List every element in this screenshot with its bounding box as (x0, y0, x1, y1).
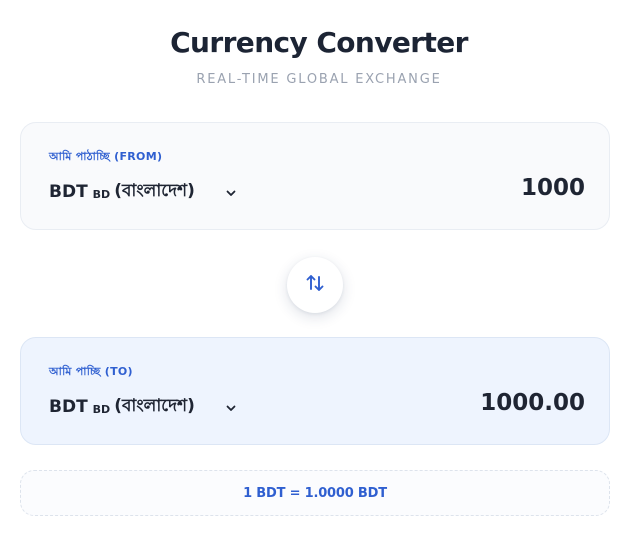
from-label: আমি পাঠাচ্ছি (FROM) (49, 150, 163, 163)
to-currency-select[interactable]: BDT BD (বাংলাদেশ) (49, 393, 237, 421)
exchange-rate-box: 1 BDT = 1.0000 BDT (20, 470, 610, 516)
to-currency-name: (বাংলাদেশ) (114, 396, 195, 416)
from-currency-select[interactable]: BDT BD (বাংলাদেশ) (49, 178, 237, 206)
from-currency-name: (বাংলাদেশ) (114, 181, 195, 201)
chevron-down-icon (225, 184, 237, 203)
swap-arrows-icon (304, 272, 326, 298)
to-currency-code: BDT (49, 397, 88, 417)
exchange-rate-text: 1 BDT = 1.0000 BDT (243, 485, 387, 501)
app-title: Currency Converter (170, 26, 468, 59)
from-currency-flag: BD (92, 187, 111, 201)
to-currency-flag: BD (92, 402, 111, 416)
to-amount-output: 1000.00 (480, 390, 585, 416)
from-currency-code: BDT (49, 182, 88, 202)
to-card: আমি পাচ্ছি (TO) BDT BD (বাংলাদেশ) 1000.0… (20, 337, 610, 445)
swap-button[interactable] (287, 257, 343, 313)
from-amount-input[interactable]: 1000 (521, 175, 585, 201)
chevron-down-icon (225, 399, 237, 418)
from-card: আমি পাঠাচ্ছি (FROM) BDT BD (বাংলাদেশ) 10… (20, 122, 610, 230)
app-subtitle: REAL-TIME GLOBAL EXCHANGE (196, 72, 442, 87)
to-label: আমি পাচ্ছি (TO) (49, 365, 133, 378)
